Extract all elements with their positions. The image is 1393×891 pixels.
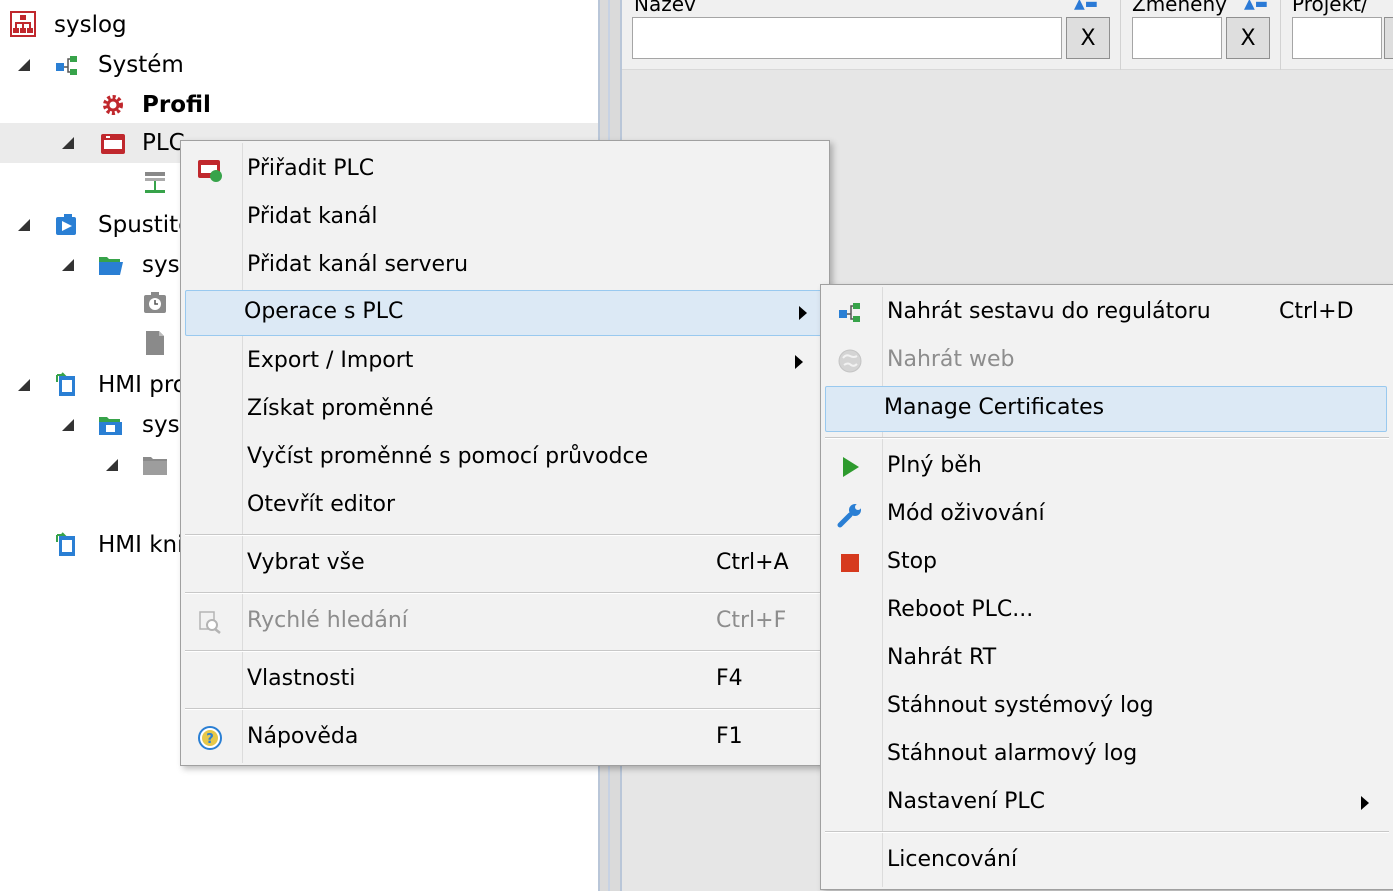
clear-project-filter-button[interactable]	[1384, 17, 1393, 59]
filter-header-changed: Změněny	[1132, 0, 1227, 16]
tree-node-system[interactable]: Systém	[0, 45, 598, 85]
tree-label-hmi-project: HMI pro	[98, 372, 187, 398]
menu-item-plc-operations[interactable]: Operace s PLC	[185, 290, 825, 336]
web-icon	[838, 349, 862, 373]
expand-arrow-icon[interactable]	[60, 417, 76, 433]
submenu-arrow-icon	[1361, 796, 1369, 810]
network-icon	[145, 172, 165, 193]
plc-operations-submenu: Nahrát sestavu do regulátoru Ctrl+D Nahr…	[820, 284, 1393, 890]
stop-icon	[841, 554, 859, 572]
menu-separator	[185, 534, 825, 536]
executable-icon	[56, 214, 76, 235]
project-icon	[10, 11, 36, 37]
task-icon	[144, 292, 166, 313]
expand-arrow-icon[interactable]	[16, 377, 32, 393]
expand-arrow-icon[interactable]	[16, 57, 32, 73]
help-icon: ?	[198, 726, 222, 750]
filter-bar: Název ▲▬ X Změněny ▲▬ X Projekt/	[622, 0, 1393, 70]
menu-separator	[185, 708, 825, 710]
tree-label-profil: Profil	[142, 92, 211, 118]
expand-arrow-icon[interactable]	[60, 257, 76, 273]
tree-label-syslog: syslog	[54, 12, 127, 38]
menu-item-properties[interactable]: Vlastnosti F4	[185, 657, 825, 703]
sort-icon[interactable]: ▲▬	[1244, 0, 1268, 12]
plc-icon	[101, 134, 125, 154]
expand-arrow-icon[interactable]	[16, 217, 32, 233]
hmi-library-icon	[56, 532, 75, 556]
tree-node-syslog[interactable]: syslog	[0, 5, 598, 45]
folder-icon	[143, 457, 167, 475]
gear-icon	[103, 95, 123, 115]
clear-name-filter-button[interactable]: X	[1066, 17, 1110, 59]
assign-plc-icon	[198, 160, 222, 182]
menu-item-stop[interactable]: Stop	[825, 540, 1389, 586]
tree-label-system: Systém	[98, 52, 184, 78]
menu-item-plc-settings[interactable]: Nastavení PLC	[825, 780, 1389, 826]
expand-arrow-icon[interactable]	[104, 457, 120, 473]
shortcut-quick-search: Ctrl+F	[716, 608, 787, 633]
menu-separator	[825, 831, 1389, 833]
menu-item-select-all[interactable]: Vybrat vše Ctrl+A	[185, 541, 825, 587]
menu-item-manage-certificates[interactable]: Manage Certificates	[825, 386, 1387, 432]
menu-separator	[185, 650, 825, 652]
clear-changed-filter-button[interactable]: X	[1226, 17, 1270, 59]
menu-item-full-run[interactable]: Plný běh	[825, 444, 1389, 490]
menu-item-reboot-plc[interactable]: Reboot PLC...	[825, 588, 1389, 634]
menu-item-download-alarm-log[interactable]: Stáhnout alarmový log	[825, 732, 1389, 778]
file-icon	[146, 331, 164, 355]
menu-item-assign-plc[interactable]: Přiřadit PLC	[185, 147, 825, 193]
filter-header-project: Projekt/	[1292, 0, 1368, 16]
context-menu: Přiřadit PLC Přidat kanál Přidat kanál s…	[180, 140, 830, 766]
folder-open-icon	[99, 257, 123, 275]
tree-label-executable: Spustite	[98, 212, 193, 238]
shortcut-properties: F4	[716, 666, 743, 691]
hmi-project-icon	[56, 372, 75, 396]
menu-item-upload-web[interactable]: Nahrát web	[825, 338, 1389, 384]
menu-item-licensing[interactable]: Licencování	[825, 838, 1389, 884]
play-icon	[843, 457, 859, 477]
menu-item-help[interactable]: ? Nápověda F1	[185, 715, 825, 761]
project-filter-input[interactable]	[1292, 17, 1382, 59]
menu-item-add-channel[interactable]: Přidat kanál	[185, 195, 825, 241]
menu-item-debug-mode[interactable]: Mód oživování	[825, 492, 1389, 538]
tree-label-plc: PLC	[142, 130, 185, 156]
filter-header-name: Název	[634, 0, 696, 16]
submenu-arrow-icon	[799, 306, 807, 320]
changed-filter-input[interactable]	[1132, 17, 1222, 59]
menu-item-download-system-log[interactable]: Stáhnout systémový log	[825, 684, 1389, 730]
sort-icon[interactable]: ▲▬	[1074, 0, 1098, 12]
menu-item-get-variables[interactable]: Získat proměnné	[185, 387, 825, 433]
menu-item-upload-config[interactable]: Nahrát sestavu do regulátoru Ctrl+D	[825, 290, 1389, 336]
shortcut-select-all: Ctrl+A	[716, 550, 789, 575]
shortcut-help: F1	[716, 724, 743, 749]
collapsed-arrow-icon[interactable]	[108, 291, 124, 311]
menu-separator	[825, 437, 1389, 439]
collapsed-arrow-icon[interactable]	[152, 491, 168, 511]
menu-item-read-variables-wizard[interactable]: Vyčíst proměnné s pomocí průvodce	[185, 435, 825, 481]
svg-text:?: ?	[206, 732, 214, 747]
menu-item-quick-search[interactable]: Rychlé hledání Ctrl+F	[185, 599, 825, 645]
menu-item-export-import[interactable]: Export / Import	[185, 339, 825, 385]
tree-node-profil[interactable]: Profil	[0, 85, 598, 125]
collapsed-arrow-icon[interactable]	[108, 171, 124, 191]
system-icon	[56, 56, 77, 75]
menu-item-open-editor[interactable]: Otevřít editor	[185, 483, 825, 529]
wrench-icon	[837, 504, 861, 528]
expand-arrow-icon[interactable]	[60, 135, 76, 151]
hmi-folder-icon	[99, 417, 122, 435]
name-filter-input[interactable]	[632, 17, 1062, 59]
menu-item-upload-rt[interactable]: Nahrát RT	[825, 636, 1389, 682]
menu-item-add-server-channel[interactable]: Přidat kanál serveru	[185, 243, 825, 289]
submenu-arrow-icon	[795, 355, 803, 369]
menu-separator	[185, 592, 825, 594]
upload-config-icon	[839, 303, 860, 322]
quick-search-icon	[199, 611, 221, 634]
shortcut-upload-config: Ctrl+D	[1279, 299, 1354, 324]
tree-label-hmi-library: HMI kni	[98, 532, 184, 558]
